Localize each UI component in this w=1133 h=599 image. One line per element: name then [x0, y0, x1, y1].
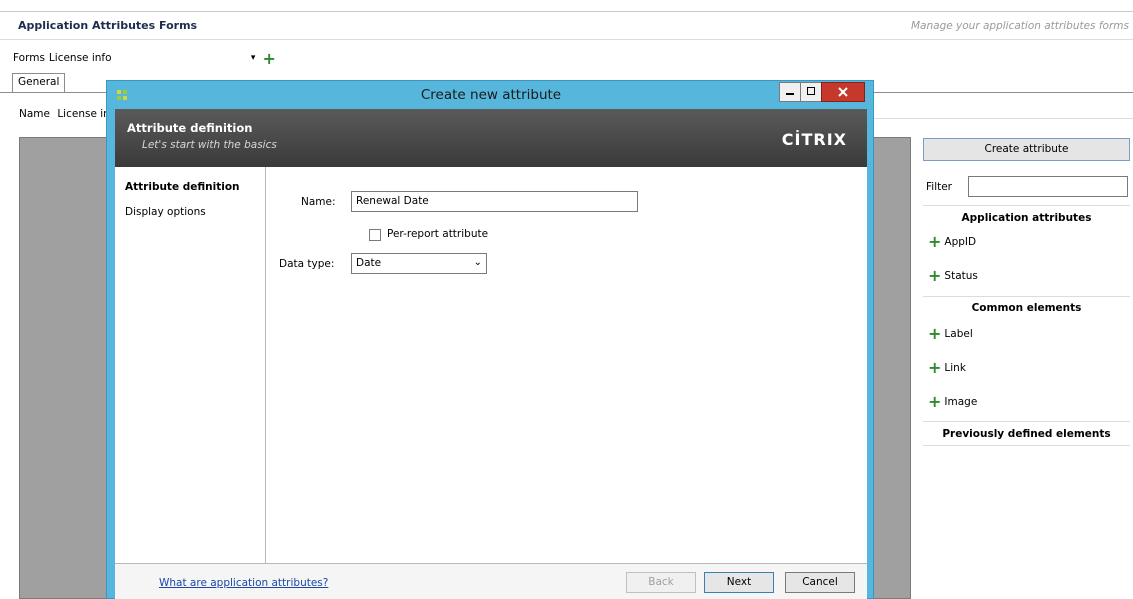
per-report-label[interactable]: Per-report attribute: [387, 228, 488, 240]
chevron-down-icon: ⌄: [473, 257, 482, 268]
dialog-body: Attribute definition Display options Nam…: [115, 167, 867, 599]
close-button[interactable]: [821, 82, 865, 102]
name-input[interactable]: Renewal Date: [351, 191, 638, 212]
forms-label: Forms: [13, 52, 45, 64]
create-attribute-dialog: Create new attribute Attribute definitio…: [106, 80, 874, 599]
create-attribute-button[interactable]: Create attribute: [923, 138, 1130, 161]
panel-divider: [923, 205, 1130, 206]
forms-selector-row: Forms License info ▾ +: [13, 50, 276, 66]
page-subtitle: Manage your application attributes forms: [911, 20, 1129, 32]
page-title: Application Attributes Forms: [18, 19, 198, 32]
dialog-banner: Attribute definition Let's start with th…: [115, 109, 867, 167]
plus-icon: +: [928, 266, 942, 285]
banner-title: Attribute definition: [127, 121, 253, 135]
form-name-label: Name: [19, 108, 50, 120]
citrix-logo: CİTRIX: [781, 130, 847, 149]
dialog-title: Create new attribute: [420, 87, 562, 103]
panel-item-label: AppID: [944, 236, 977, 248]
panel-divider: [873, 118, 1133, 119]
name-label: Name:: [301, 196, 336, 208]
help-link[interactable]: What are application attributes?: [159, 577, 328, 589]
data-type-value: Date: [356, 257, 382, 269]
maximize-icon: [807, 87, 815, 95]
panel-item-link[interactable]: + Link: [928, 358, 966, 377]
panel-item-label: Link: [944, 362, 966, 374]
plus-icon: +: [928, 358, 942, 377]
panel-divider: [923, 445, 1130, 446]
maximize-button[interactable]: [800, 82, 822, 102]
filter-input[interactable]: [968, 176, 1128, 197]
attributes-panel: Create attribute Filter Application attr…: [923, 137, 1133, 599]
banner-subtitle: Let's start with the basics: [142, 139, 277, 151]
plus-icon: +: [928, 324, 942, 343]
panel-item-label-element[interactable]: + Label: [928, 324, 973, 343]
panel-item-status[interactable]: + Status: [928, 266, 978, 285]
panel-item-label: Label: [944, 328, 973, 340]
add-form-plus-icon[interactable]: +: [262, 50, 275, 66]
header-divider: [0, 39, 1133, 40]
plus-icon: +: [928, 392, 942, 411]
top-border: [0, 11, 1133, 12]
back-button[interactable]: Back: [626, 572, 696, 593]
section-application-attributes: Application attributes: [961, 212, 1092, 224]
dropdown-arrow-icon[interactable]: ▾: [251, 53, 256, 63]
data-type-label: Data type:: [279, 258, 335, 270]
close-icon: [838, 87, 848, 97]
section-common-elements: Common elements: [971, 302, 1082, 314]
panel-item-appid[interactable]: + AppID: [928, 232, 977, 251]
dialog-footer: What are application attributes? Back Ne…: [115, 563, 867, 599]
panel-divider: [923, 421, 1130, 422]
wizard-nav: Attribute definition Display options: [115, 167, 266, 563]
nav-item-attribute-definition[interactable]: Attribute definition: [125, 181, 240, 193]
tab-general[interactable]: General: [12, 73, 66, 93]
per-report-checkbox[interactable]: [369, 229, 381, 241]
nav-item-display-options[interactable]: Display options: [125, 206, 206, 218]
minimize-icon: [786, 93, 794, 95]
panel-item-label: Status: [944, 270, 978, 282]
panel-item-image[interactable]: + Image: [928, 392, 978, 411]
plus-icon: +: [928, 232, 942, 251]
cancel-button[interactable]: Cancel: [785, 572, 855, 593]
forms-dropdown[interactable]: License info: [49, 52, 249, 64]
section-previously-defined: Previously defined elements: [942, 428, 1111, 440]
panel-divider: [923, 296, 1130, 297]
minimize-button[interactable]: [779, 82, 801, 102]
panel-item-label: Image: [944, 396, 978, 408]
form-name-row: Name License info: [19, 108, 120, 120]
filter-label: Filter: [926, 181, 953, 193]
next-button[interactable]: Next: [704, 572, 774, 593]
data-type-select[interactable]: Date ⌄: [351, 253, 487, 274]
